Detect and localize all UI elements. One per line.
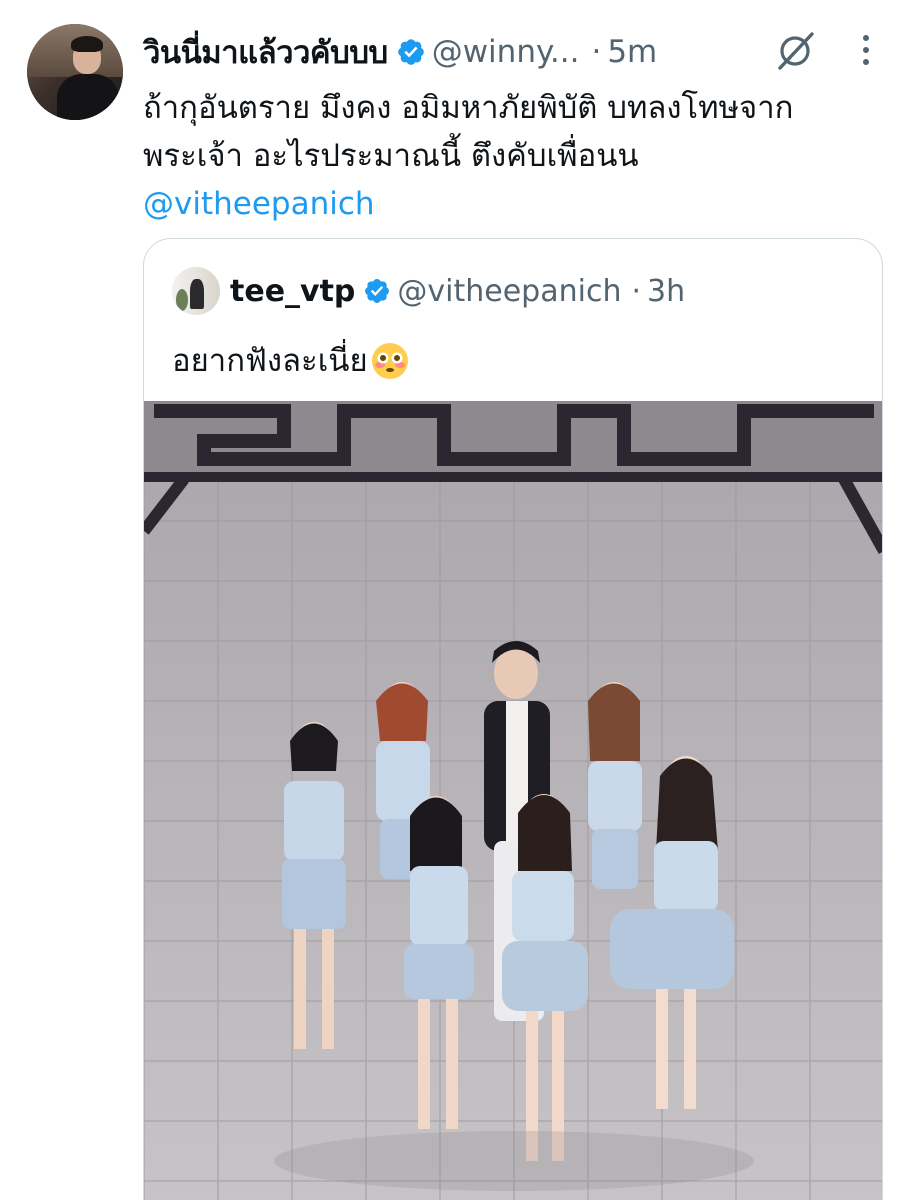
author-display-name[interactable]: วินนี่มาแล้ววคับบบ: [143, 27, 388, 77]
tweet-text-line-1: ถ้ากุอันตราย มึงคง อมิมหาภัยพิบัติ บทลงโ…: [143, 90, 794, 126]
flushed-face-emoji-icon: [371, 343, 408, 379]
mention-link[interactable]: @vitheepanich: [143, 180, 883, 228]
quoted-tweet-header: tee_vtp @vitheepanich · 3h: [230, 267, 685, 315]
more-options-icon[interactable]: [858, 30, 874, 70]
photo-image: [144, 401, 882, 1200]
tweet-header: วินนี่มาแล้ววคับบบ @winny... · 5m: [143, 26, 657, 78]
author-avatar[interactable]: [27, 24, 123, 120]
quoted-author-avatar[interactable]: [172, 267, 220, 315]
quoted-tweet-text: อยากฟังละเนี่ย: [172, 343, 368, 379]
tweet-text: ถ้ากุอันตราย มึงคง อมิมหาภัยพิบัติ บทลงโ…: [143, 84, 883, 228]
separator-dot: ·: [591, 34, 602, 70]
quoted-timestamp[interactable]: 3h: [647, 274, 685, 309]
separator-dot: ·: [631, 273, 642, 309]
tweet-text-line-2: พระเจ้า อะไรประมาณนี้ ตึงคับเพื่อนน: [143, 138, 639, 174]
verified-badge-icon: [365, 279, 390, 303]
grok-icon[interactable]: [772, 28, 818, 74]
quoted-author-handle[interactable]: @vitheepanich: [397, 274, 621, 309]
tweet[interactable]: วินนี่มาแล้ววคับบบ @winny... · 5m ถ้ากุอ…: [0, 0, 913, 1200]
quoted-tweet-text-row: อยากฟังละเนี่ย: [172, 337, 410, 385]
quoted-author-name[interactable]: tee_vtp: [230, 274, 355, 309]
tweet-timestamp[interactable]: 5m: [607, 34, 657, 70]
author-handle[interactable]: @winny...: [432, 34, 580, 70]
verified-badge-icon: [397, 39, 424, 65]
quoted-tweet-photo[interactable]: [144, 401, 882, 1200]
quoted-tweet-card[interactable]: tee_vtp @vitheepanich · 3h อยากฟังละเนี่…: [143, 238, 883, 1200]
